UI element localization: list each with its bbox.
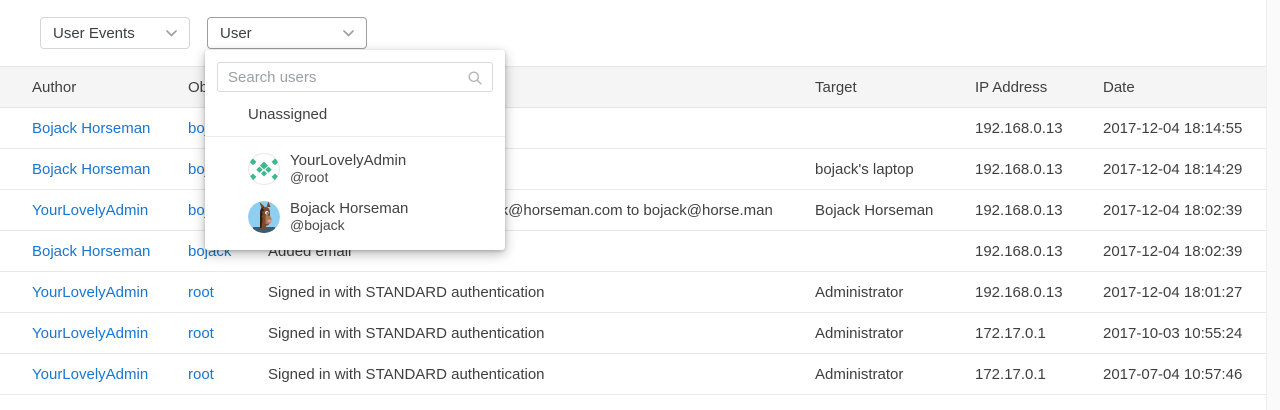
search-users-input[interactable] — [218, 63, 492, 91]
table-row: YourLovelyAdmin root Signed in with STAN… — [0, 272, 1266, 313]
toolbar: User Events User — [0, 0, 1280, 66]
bojack-horse-avatar — [248, 201, 280, 233]
dropdown-item-unassigned[interactable]: Unassigned — [205, 92, 505, 136]
action-cell: Signed in with STANDARD authentication — [268, 272, 815, 313]
user-filter-select[interactable]: User — [207, 17, 367, 49]
table-row: YourLovelyAdmin bojack Changed email add… — [0, 190, 1266, 231]
action-cell: Signed in with STANDARD authentication — [268, 354, 815, 395]
ip-address-cell: 172.17.0.1 — [975, 354, 1103, 395]
date-cell: 2017-12-04 18:14:55 — [1103, 108, 1266, 149]
event-type-select[interactable]: User Events — [40, 17, 190, 49]
object-link[interactable]: root — [188, 325, 214, 342]
author-link[interactable]: YourLovelyAdmin — [32, 366, 148, 383]
green-identicon-avatar — [248, 153, 280, 185]
date-cell: 2017-12-04 18:14:29 — [1103, 149, 1266, 190]
author-link[interactable]: Bojack Horseman — [32, 161, 150, 178]
ip-address-cell: 172.17.0.1 — [975, 313, 1103, 354]
user-handle: @bojack — [290, 217, 408, 233]
date-cell: 2017-10-03 10:55:24 — [1103, 313, 1266, 354]
ip-address-cell: 192.168.0.13 — [975, 231, 1103, 272]
target-cell: bojack's laptop — [815, 149, 975, 190]
date-cell: 2017-07-04 10:57:46 — [1103, 354, 1266, 395]
date-cell: 2017-12-04 18:02:39 — [1103, 231, 1266, 272]
ip-address-cell: 192.168.0.13 — [975, 149, 1103, 190]
ip-address-cell: 192.168.0.13 — [975, 190, 1103, 231]
author-link[interactable]: YourLovelyAdmin — [32, 325, 148, 342]
date-cell: 2017-12-04 18:01:27 — [1103, 272, 1266, 313]
author-link[interactable]: YourLovelyAdmin — [32, 202, 148, 219]
search-users-field — [217, 62, 493, 92]
action-cell: Signed in with STANDARD authentication — [268, 313, 815, 354]
ip-address-cell: 192.168.0.13 — [975, 108, 1103, 149]
object-link[interactable]: root — [188, 366, 214, 383]
user-filter-dropdown: Unassigned — [205, 50, 505, 250]
scrollbar-gutter — [1266, 0, 1280, 410]
table-header-row: Author Object Action Target IP Address D… — [0, 67, 1266, 108]
column-header-date: Date — [1103, 67, 1266, 108]
search-icon — [467, 70, 483, 90]
object-link[interactable]: root — [188, 284, 214, 301]
target-cell — [815, 231, 975, 272]
user-handle: @root — [290, 169, 406, 185]
target-cell: Administrator — [815, 313, 975, 354]
unassigned-label: Unassigned — [248, 106, 327, 123]
chevron-down-icon — [166, 30, 177, 37]
column-header-target: Target — [815, 67, 975, 108]
author-link[interactable]: Bojack Horseman — [32, 120, 150, 137]
table-row: YourLovelyAdmin root Signed in with STAN… — [0, 354, 1266, 395]
user-name: Bojack Horseman — [290, 201, 408, 217]
ip-address-cell: 192.168.0.13 — [975, 272, 1103, 313]
target-cell: Administrator — [815, 272, 975, 313]
user-name: YourLovelyAdmin — [290, 153, 406, 169]
dropdown-user-list: YourLovelyAdmin @root — [205, 137, 505, 241]
target-cell: Bojack Horseman — [815, 190, 975, 231]
table-row: Bojack Horseman bojack bojack's laptop 1… — [0, 149, 1266, 190]
author-link[interactable]: YourLovelyAdmin — [32, 284, 148, 301]
dropdown-item-user-bojack[interactable]: Bojack Horseman @bojack — [205, 193, 505, 241]
date-cell: 2017-12-04 18:02:39 — [1103, 190, 1266, 231]
event-type-select-value: User Events — [53, 25, 135, 42]
column-header-author: Author — [0, 67, 188, 108]
table-row: Bojack Horseman bojack 192.168.0.13 2017… — [0, 108, 1266, 149]
target-cell — [815, 108, 975, 149]
author-link[interactable]: Bojack Horseman — [32, 243, 150, 260]
target-cell: Administrator — [815, 354, 975, 395]
dropdown-item-user-root[interactable]: YourLovelyAdmin @root — [205, 145, 505, 193]
chevron-down-icon — [343, 30, 354, 37]
table-row: Bojack Horseman bojack Added email 192.1… — [0, 231, 1266, 272]
table-row: YourLovelyAdmin root Signed in with STAN… — [0, 313, 1266, 354]
column-header-ip-address: IP Address — [975, 67, 1103, 108]
user-events-table: Author Object Action Target IP Address D… — [0, 66, 1266, 395]
user-filter-select-value: User — [220, 25, 252, 42]
